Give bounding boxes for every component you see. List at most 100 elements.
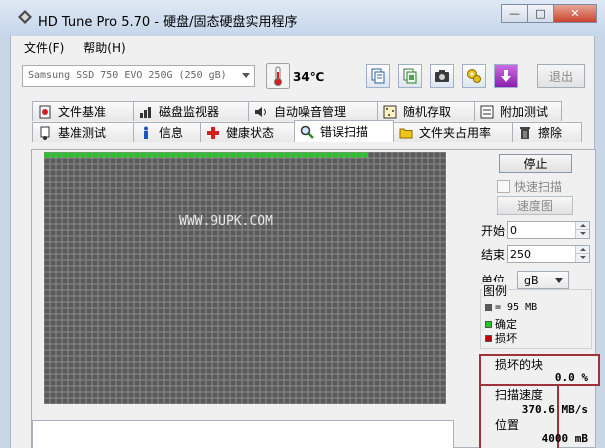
tab-extra-tests[interactable]: 附加测试	[474, 101, 562, 121]
block-pending	[254, 248, 260, 254]
block-pending	[74, 236, 80, 242]
block-pending	[362, 308, 368, 314]
tab-file-benchmark[interactable]: 文件基准	[32, 101, 134, 121]
block-pending	[50, 320, 56, 326]
block-pending	[50, 254, 56, 260]
block-pending	[152, 266, 158, 272]
block-pending	[194, 242, 200, 248]
block-pending	[74, 158, 80, 164]
block-pending	[362, 188, 368, 194]
block-pending	[374, 368, 380, 374]
block-pending	[422, 314, 428, 320]
block-pending	[122, 164, 128, 170]
block-pending	[158, 278, 164, 284]
block-pending	[206, 230, 212, 236]
block-pending	[266, 272, 272, 278]
block-pending	[308, 356, 314, 362]
block-pending	[170, 368, 176, 374]
block-pending	[416, 356, 422, 362]
block-pending	[236, 188, 242, 194]
block-pending	[344, 158, 350, 164]
block-pending	[314, 176, 320, 182]
tab-noise-management[interactable]: 自动噪音管理	[248, 101, 378, 121]
stop-button[interactable]: 停止	[499, 154, 572, 173]
block-pending	[212, 332, 218, 338]
block-pending	[104, 278, 110, 284]
block-pending	[242, 194, 248, 200]
block-pending	[326, 380, 332, 386]
block-pending	[128, 206, 134, 212]
block-pending	[368, 374, 374, 380]
block-pending	[176, 242, 182, 248]
block-pending	[86, 284, 92, 290]
end-label: 结束	[481, 247, 506, 262]
close-button[interactable]: ✕	[553, 4, 597, 23]
block-pending	[326, 296, 332, 302]
block-pending	[386, 212, 392, 218]
block-pending	[176, 206, 182, 212]
tab-info[interactable]: 信息	[133, 122, 201, 142]
tab-disk-monitor[interactable]: 磁盘监视器	[133, 101, 249, 121]
block-pending	[302, 338, 308, 344]
menu-file[interactable]: 文件(F)	[11, 36, 70, 56]
block-pending	[206, 158, 212, 164]
end-decrement-button[interactable]	[575, 254, 589, 262]
block-pending	[320, 290, 326, 296]
start-decrement-button[interactable]	[575, 230, 589, 238]
block-pending	[230, 302, 236, 308]
unit-select[interactable]: gB	[517, 271, 569, 289]
block-pending	[302, 296, 308, 302]
block-pending	[50, 380, 56, 386]
block-pending	[410, 320, 416, 326]
start-input[interactable]: 0	[507, 221, 590, 239]
block-pending	[386, 206, 392, 212]
block-pending	[182, 386, 188, 392]
block-pending	[326, 194, 332, 200]
block-pending	[362, 272, 368, 278]
block-pending	[326, 266, 332, 272]
screenshot-button[interactable]	[430, 64, 454, 88]
block-pending	[242, 200, 248, 206]
tab-error-scan[interactable]: 错误扫描	[294, 120, 394, 142]
block-pending	[422, 386, 428, 392]
start-increment-button[interactable]	[575, 222, 589, 230]
block-pending	[110, 218, 116, 224]
menu-help[interactable]: 帮助(H)	[70, 36, 131, 56]
block-pending	[272, 254, 278, 260]
block-pending	[404, 356, 410, 362]
block-pending	[122, 224, 128, 230]
tab-label: 错误扫描	[320, 125, 369, 139]
save-button[interactable]	[494, 64, 518, 88]
block-pending	[188, 302, 194, 308]
tab-benchmark[interactable]: 基准测试	[32, 122, 134, 142]
end-increment-button[interactable]	[575, 246, 589, 254]
tab-erase[interactable]: 擦除	[512, 122, 582, 142]
block-pending	[428, 152, 434, 158]
block-pending	[254, 206, 260, 212]
block-pending	[146, 368, 152, 374]
tab-folder-usage[interactable]: 文件夹占用率	[393, 122, 513, 142]
quick-scan-checkbox[interactable]	[497, 180, 510, 193]
options-button[interactable]	[462, 64, 486, 88]
maximize-button[interactable]: □	[527, 4, 554, 23]
tab-health[interactable]: 健康状态	[200, 122, 295, 142]
block-pending	[152, 194, 158, 200]
minimize-button[interactable]: —	[501, 4, 528, 23]
drive-select[interactable]: Samsung SSD 750 EVO 250G (250 gB)	[22, 65, 255, 87]
block-pending	[266, 182, 272, 188]
quick-scan-option[interactable]: 快速扫描	[497, 178, 562, 195]
block-pending	[314, 260, 320, 266]
block-pending	[230, 236, 236, 242]
block-pending	[236, 350, 242, 356]
copy-text-button[interactable]	[366, 64, 390, 88]
speed-map-button[interactable]: 速度图	[497, 196, 573, 215]
block-pending	[326, 326, 332, 332]
copy-screenshot-button[interactable]	[398, 64, 422, 88]
exit-button[interactable]: 退出	[537, 64, 585, 88]
end-input[interactable]: 250	[507, 245, 590, 263]
tab-random-access[interactable]: 随机存取	[377, 101, 475, 121]
block-pending	[188, 338, 194, 344]
block-pending	[422, 236, 428, 242]
block-pending	[332, 182, 338, 188]
block-pending	[428, 332, 434, 338]
